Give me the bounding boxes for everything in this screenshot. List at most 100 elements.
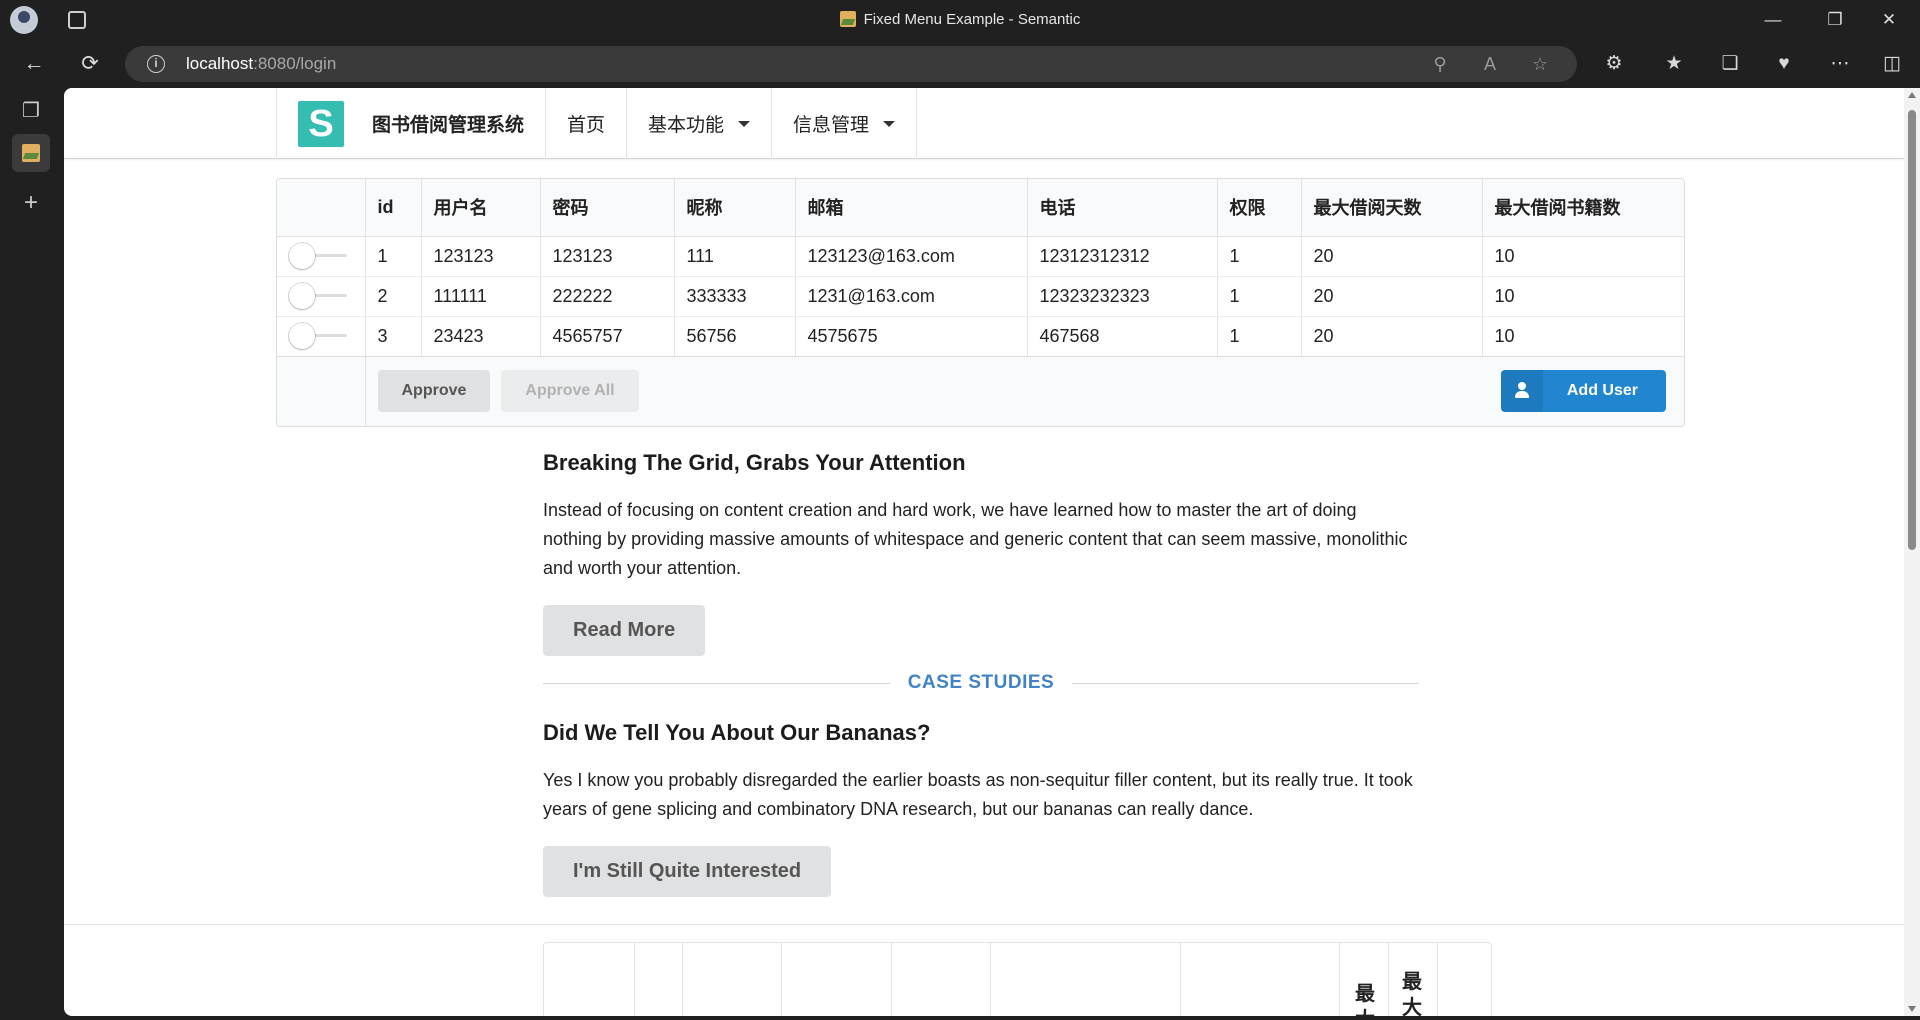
browser-toolbar: ← ⟳ i localhost:8080/login ⚲ A ☆ ⚙ ★ ❏ ♥…	[0, 40, 1920, 88]
still-interested-button[interactable]: I'm Still Quite Interested	[543, 846, 832, 897]
row-toggle[interactable]	[289, 283, 349, 309]
url-text[interactable]: localhost:8080/login	[186, 46, 336, 82]
table-cell: 1	[1216, 316, 1301, 357]
table-cell: 56756	[673, 316, 795, 357]
table-row: 3 23423 4565757 56756 4575675 467568 1 2…	[277, 316, 1684, 357]
brand-title: 图书借阅管理系统	[372, 115, 525, 136]
brand-item[interactable]: S 图书借阅管理系统	[277, 88, 547, 159]
header-char: 最	[1355, 983, 1375, 1005]
nav-info-label: 信息管理	[793, 115, 870, 136]
dropdown-caret-icon	[738, 120, 751, 127]
tab-favicon-icon	[22, 144, 40, 162]
refresh-icon[interactable]: ⟳	[68, 40, 112, 88]
divider-label[interactable]: CASE STUDIES	[889, 672, 1073, 693]
section-paragraph: Yes I know you probably disregarded the …	[543, 770, 1413, 819]
table-column-line	[990, 943, 991, 1016]
column-header: id	[364, 179, 421, 237]
read-more-button[interactable]: Read More	[543, 605, 706, 656]
address-bar[interactable]: i localhost:8080/login ⚲ A ☆	[125, 46, 1577, 82]
table-cell: 123123	[539, 236, 674, 277]
approve-button[interactable]: Approve	[377, 370, 491, 413]
table-cell: 1231@163.com	[794, 276, 1027, 317]
column-header: 密码	[539, 179, 674, 237]
add-user-button[interactable]: Add User	[1500, 370, 1666, 413]
column-header: 邮箱	[794, 179, 1027, 237]
more-menu-icon[interactable]: ⋯	[1820, 40, 1860, 88]
section-heading: Did We Tell You About Our Bananas?	[543, 720, 931, 745]
nav-basic-functions[interactable]: 基本功能	[627, 88, 773, 159]
table-column-line	[1388, 943, 1389, 1016]
nav-info-management[interactable]: 信息管理	[772, 88, 918, 159]
row-select-cell	[277, 236, 365, 277]
user-icon	[1514, 382, 1529, 399]
approve-all-button[interactable]: Approve All	[501, 370, 639, 413]
table-row: 1 123123 123123 111 123123@163.com 12312…	[277, 236, 1684, 277]
section-paragraph: Instead of focusing on content creation …	[543, 500, 1408, 578]
page-viewport: S 图书借阅管理系统 首页 基本功能 信息管理 id 用户名 密码 昵称 邮箱	[64, 88, 1920, 1016]
site-info-icon[interactable]: i	[147, 55, 165, 73]
page-favicon-icon	[839, 11, 856, 27]
table-footer-row: Approve Approve All Add User	[277, 356, 1684, 426]
extensions-icon[interactable]: ⚙	[1594, 40, 1634, 88]
sidebar-toggle-icon[interactable]: ◫	[1872, 40, 1912, 88]
table-cell: 111111	[420, 276, 540, 317]
tab-actions-icon[interactable]: ❐	[12, 92, 50, 130]
table-cell: 1	[1216, 236, 1301, 277]
close-window-button[interactable]: ✕	[1858, 0, 1920, 40]
scrollbar-thumb[interactable]	[1908, 110, 1916, 550]
table-column-line	[1437, 943, 1438, 1016]
add-user-icon-wrap	[1500, 370, 1543, 413]
favorite-star-icon[interactable]: ☆	[1525, 46, 1555, 82]
vertical-tabs-sidebar: ❐ +	[0, 88, 64, 1020]
column-header: 权限	[1216, 179, 1301, 237]
browser-essentials-icon[interactable]: ♥	[1764, 40, 1804, 88]
brand-logo: S	[298, 100, 344, 147]
main-content: Breaking The Grid, Grabs Your Attention …	[543, 450, 1419, 897]
table-cell: 12323232323	[1026, 276, 1217, 317]
active-tab[interactable]	[12, 134, 50, 172]
favorites-icon[interactable]: ★	[1654, 40, 1694, 88]
dropdown-caret-icon	[883, 120, 896, 127]
table-cell: 20	[1300, 316, 1482, 357]
header-char: 大	[1402, 997, 1422, 1016]
column-header: 昵称	[673, 179, 795, 237]
table-header-row: id 用户名 密码 昵称 邮箱 电话 权限 最大借阅天数 最大借阅书籍数	[277, 179, 1684, 237]
table-cell: 333333	[673, 276, 795, 317]
back-arrow-icon[interactable]: ←	[12, 40, 56, 88]
column-header: 用户名	[420, 179, 540, 237]
case-studies-divider: CASE STUDIES	[543, 668, 1419, 698]
table-cell: 12312312312	[1026, 236, 1217, 277]
table-cell: 20	[1300, 276, 1482, 317]
table-cell: 20	[1300, 236, 1482, 277]
footer-spacer	[277, 356, 365, 426]
scroll-down-icon[interactable]	[1908, 1006, 1916, 1012]
page-scrollbar[interactable]	[1904, 88, 1920, 1016]
table-cell: 222222	[539, 276, 674, 317]
row-toggle[interactable]	[289, 323, 349, 349]
nav-home[interactable]: 首页	[546, 88, 628, 159]
collections-icon[interactable]: ❏	[1710, 40, 1750, 88]
table-column-line	[1339, 943, 1340, 1016]
header-char: 最	[1402, 971, 1422, 993]
table-cell: 10	[1481, 276, 1684, 317]
bottom-table-partial: 最 大 最 大	[543, 942, 1492, 1016]
new-tab-plus-icon[interactable]: +	[12, 184, 50, 222]
row-select-cell	[277, 276, 365, 317]
table-cell: 111	[673, 236, 795, 277]
section-heading: Breaking The Grid, Grabs Your Attention	[543, 450, 966, 475]
table-column-line	[682, 943, 683, 1016]
section-separator	[64, 924, 1904, 925]
read-aloud-icon[interactable]: A	[1475, 46, 1505, 82]
window-title: Fixed Menu Example - Semantic	[0, 0, 1920, 40]
table-cell: 4565757	[539, 316, 674, 357]
table-cell: 123123	[420, 236, 540, 277]
key-icon[interactable]: ⚲	[1425, 46, 1455, 82]
minimize-button[interactable]: —	[1742, 0, 1804, 40]
table-column-line	[781, 943, 782, 1016]
row-toggle[interactable]	[289, 243, 349, 269]
top-fixed-menu: S 图书借阅管理系统 首页 基本功能 信息管理	[64, 88, 1904, 159]
add-user-label: Add User	[1566, 382, 1638, 400]
restore-button[interactable]: ❐	[1804, 0, 1866, 40]
table-cell: 1	[1216, 276, 1301, 317]
scroll-up-icon[interactable]	[1908, 92, 1916, 98]
